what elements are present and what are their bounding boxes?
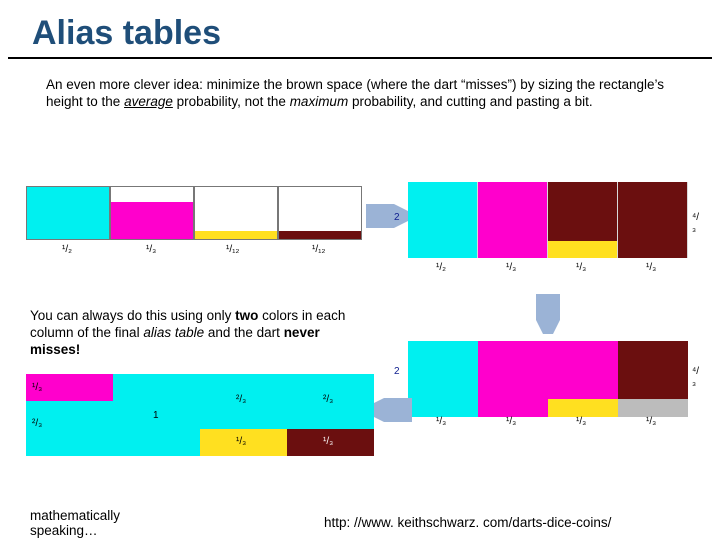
t: mathematically — [30, 508, 120, 523]
t: You can always do this using only — [30, 308, 235, 323]
tick: ¹/₁₂ — [226, 244, 239, 255]
cell-top-label: ²/₃ — [323, 394, 333, 405]
chart-final-alias-table: ¹/₃ ²/₃ 1 ²/₃ ¹/₃ ²/₃ ¹/₃ — [26, 370, 376, 470]
side-label-left: 2 — [394, 212, 400, 223]
tick: ¹/₂ — [436, 262, 446, 273]
cell-bot-label: ¹/₃ — [323, 436, 333, 447]
t-average: average — [124, 94, 173, 109]
tick: ¹/₁₂ — [312, 244, 325, 255]
tick: ¹/₃ — [576, 416, 586, 427]
cell-bot-label: ¹/₃ — [236, 436, 246, 447]
side-label-left: 2 — [394, 366, 400, 377]
tick: ¹/₃ — [506, 416, 516, 427]
t-two: two — [235, 308, 258, 323]
bottom-note: mathematically speaking… — [30, 508, 120, 538]
tick: ¹/₃ — [436, 416, 446, 427]
side-label-right: ⁴/₃ — [692, 366, 699, 388]
cell-bot-label: ²/₃ — [32, 418, 42, 429]
t: speaking… — [30, 523, 98, 538]
side-label-right: ⁴/₃ — [692, 212, 699, 234]
t-maximum: maximum — [290, 94, 349, 109]
second-paragraph: You can always do this using only two co… — [30, 308, 350, 359]
arrow-down-icon — [536, 294, 560, 334]
arrow-left-icon — [370, 398, 412, 422]
cell-label: 1 — [153, 410, 159, 421]
t: and the dart — [204, 325, 284, 340]
t: probability, and cutting and pasting a b… — [348, 94, 592, 109]
chart-alias-step: 2 ⁴/₃ ¹/₃ ¹/₃ ¹/₃ ¹/₃ — [408, 336, 688, 431]
tick: ¹/₂ — [62, 244, 72, 255]
t-alias: alias table — [143, 325, 204, 340]
arrow-right-icon — [366, 204, 408, 228]
tick: ¹/₃ — [506, 262, 516, 273]
t: probability, not the — [173, 94, 290, 109]
tick: ¹/₃ — [146, 244, 156, 255]
cell-top-label: ²/₃ — [236, 394, 246, 405]
page-title: Alias tables — [8, 0, 712, 59]
cell-top-label: ¹/₃ — [32, 382, 42, 393]
reference-link: http: //www. keithschwarz. com/darts-dic… — [324, 515, 611, 530]
tick: ¹/₃ — [646, 262, 656, 273]
tick: ¹/₃ — [646, 416, 656, 427]
tick: ¹/₃ — [576, 262, 586, 273]
chart-scaled-average: 2 ⁴/₃ ¹/₂ ¹/₃ ¹/₃ ¹/₃ — [408, 182, 688, 277]
chart-original-histogram: ¹/₂ ¹/₃ ¹/₁₂ ¹/₁₂ — [26, 182, 366, 254]
intro-paragraph: An even more clever idea: minimize the b… — [0, 59, 720, 121]
